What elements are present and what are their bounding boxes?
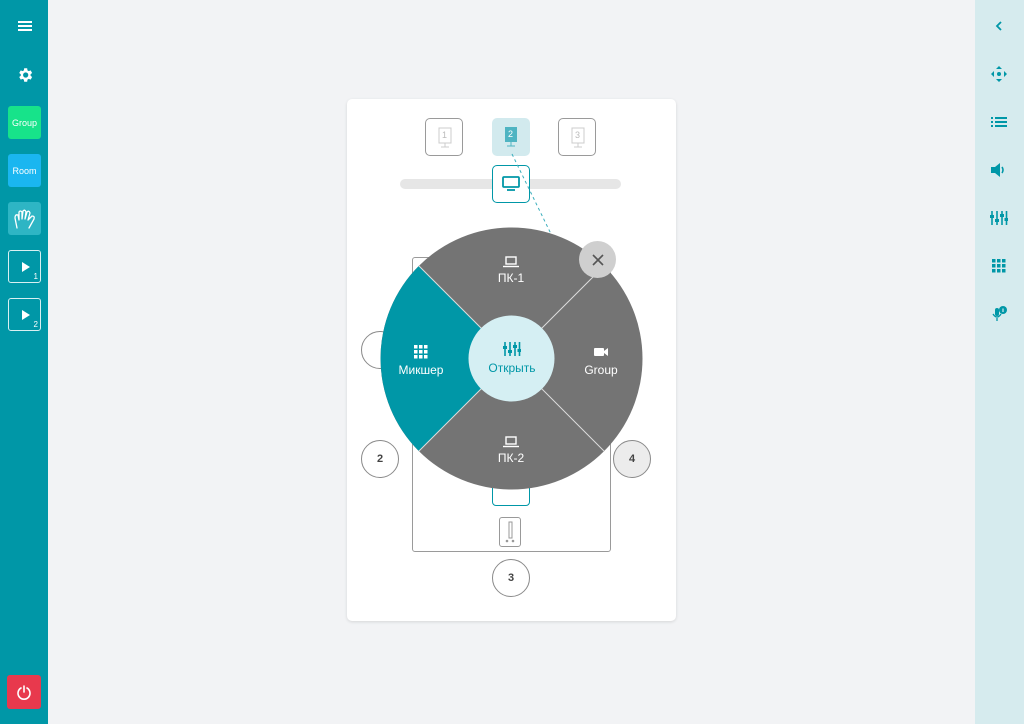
menu-open-label: Открыть [488, 361, 536, 375]
laptop-icon [503, 256, 519, 268]
room-button[interactable]: Room [8, 154, 41, 187]
left-sidebar: Group Room 1 2 [0, 0, 48, 724]
list-button[interactable] [987, 110, 1011, 134]
hands-button[interactable] [8, 202, 41, 235]
menu-close-button[interactable] [579, 241, 616, 278]
seat-3-number: 3 [507, 572, 515, 584]
play-2-number: 2 [33, 320, 38, 329]
grid-button[interactable] [987, 254, 1011, 278]
play-1-number: 1 [33, 272, 38, 281]
play-icon [21, 261, 30, 272]
menu-item-pc1-label: ПК-1 [497, 271, 525, 285]
mixer-icon [503, 342, 521, 356]
power-button[interactable] [7, 675, 41, 709]
group-button[interactable]: Group [8, 106, 41, 139]
seat-3[interactable]: 3 [492, 559, 530, 597]
chevron-left-icon [995, 21, 1002, 31]
play-1-button[interactable]: 1 [8, 250, 41, 283]
power-icon [17, 685, 31, 700]
menu-item-mixer[interactable]: Микшер [376, 341, 466, 381]
play-icon [21, 309, 30, 320]
close-icon [591, 253, 604, 266]
list-icon [991, 117, 1007, 127]
microphone-button[interactable] [499, 517, 521, 547]
menu-item-pc1[interactable]: ПК-1 [466, 251, 556, 291]
laptop-icon [503, 436, 519, 448]
mixer-button[interactable] [987, 206, 1011, 230]
mixer-icon [990, 211, 1008, 225]
settings-button[interactable] [8, 58, 41, 91]
volume-button[interactable] [987, 158, 1011, 182]
menu-item-group-label: Group [584, 363, 618, 377]
menu-item-pc2-label: ПК-2 [497, 451, 525, 465]
menu-icon [17, 20, 32, 31]
menu-item-group[interactable]: Group [556, 341, 646, 381]
grid-icon [992, 259, 1006, 273]
menu-open-button[interactable]: Открыть [469, 316, 555, 402]
menu-button[interactable] [8, 9, 41, 42]
collapse-button[interactable] [987, 14, 1011, 38]
radial-menu: ПК-1 Микшер Group ПК-2 Открыть [380, 227, 643, 490]
right-sidebar [975, 0, 1024, 724]
volume-icon [991, 163, 1004, 177]
mic-info-button[interactable] [987, 302, 1011, 326]
group-button-label: Group [11, 117, 37, 128]
mic-info-icon [992, 306, 1007, 321]
gear-icon [18, 67, 32, 82]
move-button[interactable] [987, 62, 1011, 86]
mic-stand-icon [505, 521, 515, 543]
play-2-button[interactable]: 2 [8, 298, 41, 331]
menu-item-mixer-label: Микшер [398, 363, 444, 377]
grid-icon [414, 345, 428, 359]
hands-icon [13, 209, 35, 229]
camera-icon [594, 348, 608, 356]
menu-item-pc2[interactable]: ПК-2 [466, 431, 556, 471]
move-arrows-icon [991, 66, 1007, 82]
room-button-label: Room [12, 165, 37, 176]
